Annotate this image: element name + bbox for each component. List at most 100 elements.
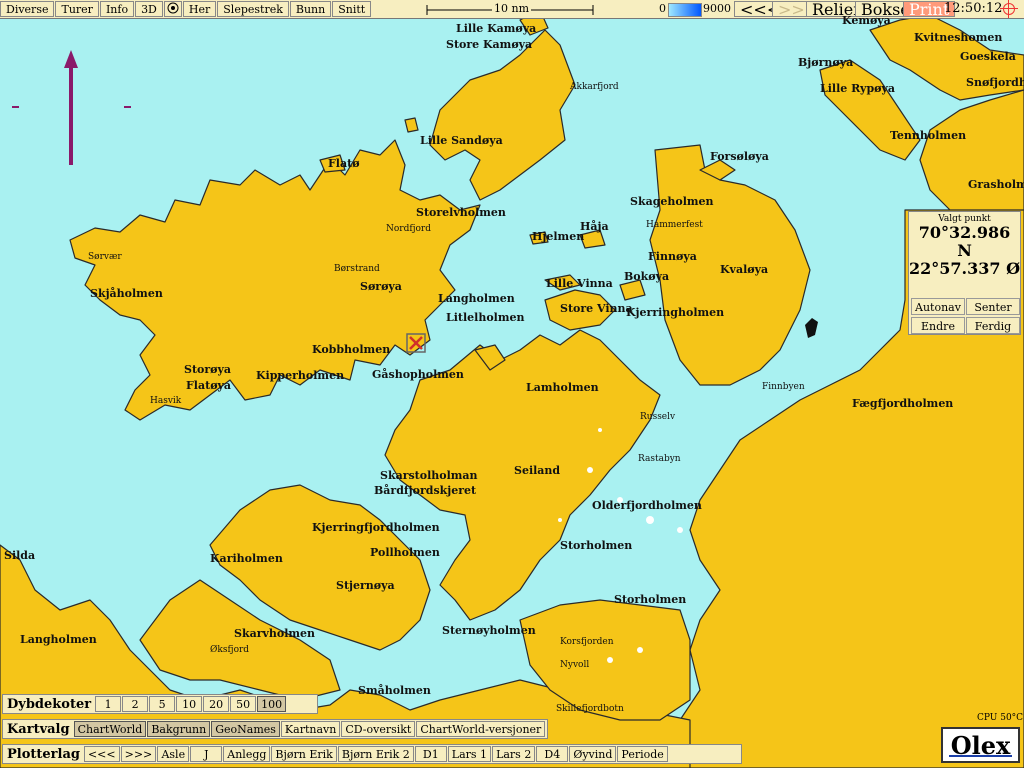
- place-label: Bjørnøya: [798, 56, 854, 69]
- place-label: Olderfjordholmen: [592, 499, 702, 512]
- autonav-button[interactable]: Autonav: [911, 298, 965, 315]
- place-label: Store Kamøya: [446, 38, 533, 51]
- place-label: Kipperholmen: [256, 369, 345, 382]
- place-label: Seiland: [514, 464, 561, 477]
- place-label: Store Vinna: [560, 302, 633, 315]
- diverse-button[interactable]: Diverse: [0, 1, 55, 17]
- slepestrek-button[interactable]: Slepestrek: [217, 1, 289, 17]
- plotterlag-asle[interactable]: Asle: [157, 746, 190, 762]
- plotterlag-lars-1[interactable]: Lars 1: [447, 746, 492, 762]
- place-label: Fægfjordholmen: [852, 397, 954, 410]
- place-label: Skageholmen: [630, 195, 714, 208]
- depth-max: 9000: [703, 2, 731, 15]
- kartvalg-row: Kartvalg ChartWorld Bakgrunn GeoNames Kartn…: [2, 719, 548, 739]
- dybdekote-50[interactable]: 50: [230, 696, 257, 712]
- place-label: Flatøya: [186, 379, 232, 392]
- place-label: Korsfjorden: [560, 637, 614, 647]
- scale-label: 10 nm: [492, 2, 532, 15]
- kartvalg-kartnavn[interactable]: Kartnavn: [280, 721, 341, 737]
- endre-button[interactable]: Endre: [911, 317, 965, 334]
- place-label: Gåshopholmen: [372, 368, 464, 381]
- info-button[interactable]: Info: [99, 1, 135, 17]
- ferdig-button[interactable]: Ferdig: [966, 317, 1020, 334]
- plotterlag--[interactable]: <<<: [83, 746, 120, 762]
- place-label: Småholmen: [358, 684, 431, 697]
- place-label: Storelvholmen: [416, 206, 506, 219]
- place-label: Skillefjordbotn: [556, 704, 624, 714]
- place-label: Kjerringholmen: [626, 306, 725, 319]
- turer-button[interactable]: Turer: [55, 1, 99, 17]
- place-label: Hjelmen: [532, 230, 585, 243]
- place-label: Lamholmen: [526, 381, 599, 394]
- place-label: Forsøløya: [710, 150, 769, 163]
- clock: 12:50:12: [944, 1, 1003, 16]
- plotterlag-øyvind[interactable]: Øyvind: [569, 746, 617, 762]
- plotterlag-bjørn-erik[interactable]: Bjørn Erik: [271, 746, 337, 762]
- sun-icon[interactable]: [1000, 0, 1018, 18]
- place-label: Sørvær: [88, 252, 122, 262]
- dybdekote-10[interactable]: 10: [176, 696, 203, 712]
- dybdekoter-row: Dybdekoter 1 2 5 10 20 50 100: [2, 694, 318, 714]
- her-button[interactable]: Her: [182, 1, 217, 17]
- place-label: Sternøyholmen: [442, 624, 536, 637]
- cpu-temp: CPU 50°C: [977, 713, 1024, 723]
- snitt-button[interactable]: Snitt: [332, 1, 372, 17]
- place-label: Lille Kamøya: [456, 22, 537, 35]
- place-label: Hammerfest: [646, 220, 703, 230]
- place-label: Lille Vinna: [546, 277, 613, 290]
- target-icon[interactable]: [163, 1, 182, 17]
- plotterlag-periode[interactable]: Periode: [617, 746, 668, 762]
- place-label: Kariholmen: [210, 552, 283, 565]
- place-label: Rastabyn: [638, 454, 681, 464]
- place-label: Håja: [580, 220, 609, 233]
- plotterlag-j[interactable]: J: [190, 746, 223, 762]
- place-label: Silda: [4, 549, 36, 562]
- olex-logo[interactable]: Olex: [941, 727, 1020, 763]
- place-label: Flatø: [328, 157, 360, 170]
- 3d-button[interactable]: 3D: [135, 1, 163, 17]
- place-label: Lille Rypøya: [820, 82, 895, 95]
- place-label: Grasholmen: [968, 178, 1024, 191]
- place-label: Finnbyen: [762, 382, 805, 392]
- senter-button[interactable]: Senter: [966, 298, 1020, 315]
- bunn-button[interactable]: Bunn: [289, 1, 332, 17]
- place-label: Storholmen: [614, 593, 687, 606]
- place-label: Bokøya: [624, 270, 670, 283]
- place-label: Akkarfjord: [570, 82, 619, 92]
- dybdekote-2[interactable]: 2: [122, 696, 149, 712]
- latitude: 70°32.986 N: [918, 223, 1011, 260]
- place-label: Snøfjordholmen: [966, 76, 1024, 89]
- place-label: Kvitneshomen: [914, 31, 1003, 44]
- place-label: Sørøya: [360, 280, 402, 293]
- place-label: Skjåholmen: [90, 287, 163, 300]
- dybdekote-100[interactable]: 100: [257, 696, 287, 712]
- kartvalg-bakgrunn[interactable]: Bakgrunn: [147, 721, 211, 737]
- place-label: Kjerringfjordholmen: [312, 521, 440, 534]
- plotterlag-anlegg[interactable]: Anlegg: [223, 746, 271, 762]
- place-label: Øksfjord: [210, 645, 250, 655]
- kartvalg-geonames[interactable]: GeoNames: [211, 721, 280, 737]
- plotterlag-bjørn-erik-2[interactable]: Bjørn Erik 2: [337, 746, 414, 762]
- nautical-chart[interactable]: [0, 0, 1024, 768]
- place-label: Finnøya: [648, 250, 697, 263]
- plotterlag-d4[interactable]: D4: [536, 746, 569, 762]
- kartvalg-chartworld[interactable]: ChartWorld: [73, 721, 147, 737]
- kartvalg-label: Kartvalg: [7, 721, 70, 737]
- place-label: Børstrand: [334, 264, 380, 274]
- kartvalg-chartworld-versjoner[interactable]: ChartWorld-versjoner: [416, 721, 546, 737]
- kartvalg-cd-oversikt[interactable]: CD-oversikt: [341, 721, 416, 737]
- place-label: Langholmen: [20, 633, 97, 646]
- place-label: Lille Sandøya: [420, 134, 503, 147]
- place-label: Skarvholmen: [234, 627, 316, 640]
- place-label: Tennholmen: [890, 129, 967, 142]
- place-label: Stjernøya: [336, 579, 395, 592]
- plotterlag-label: Plotterlag: [7, 746, 80, 762]
- plotterlag--[interactable]: >>>: [120, 746, 157, 762]
- longitude: 22°57.337 Ø: [909, 259, 1021, 278]
- plotterlag-d1[interactable]: D1: [414, 746, 447, 762]
- dybdekote-5[interactable]: 5: [149, 696, 176, 712]
- dybdekote-20[interactable]: 20: [203, 696, 230, 712]
- dybdekote-1[interactable]: 1: [95, 696, 122, 712]
- place-label: Russelv: [640, 412, 676, 422]
- plotterlag-lars-2[interactable]: Lars 2: [492, 746, 536, 762]
